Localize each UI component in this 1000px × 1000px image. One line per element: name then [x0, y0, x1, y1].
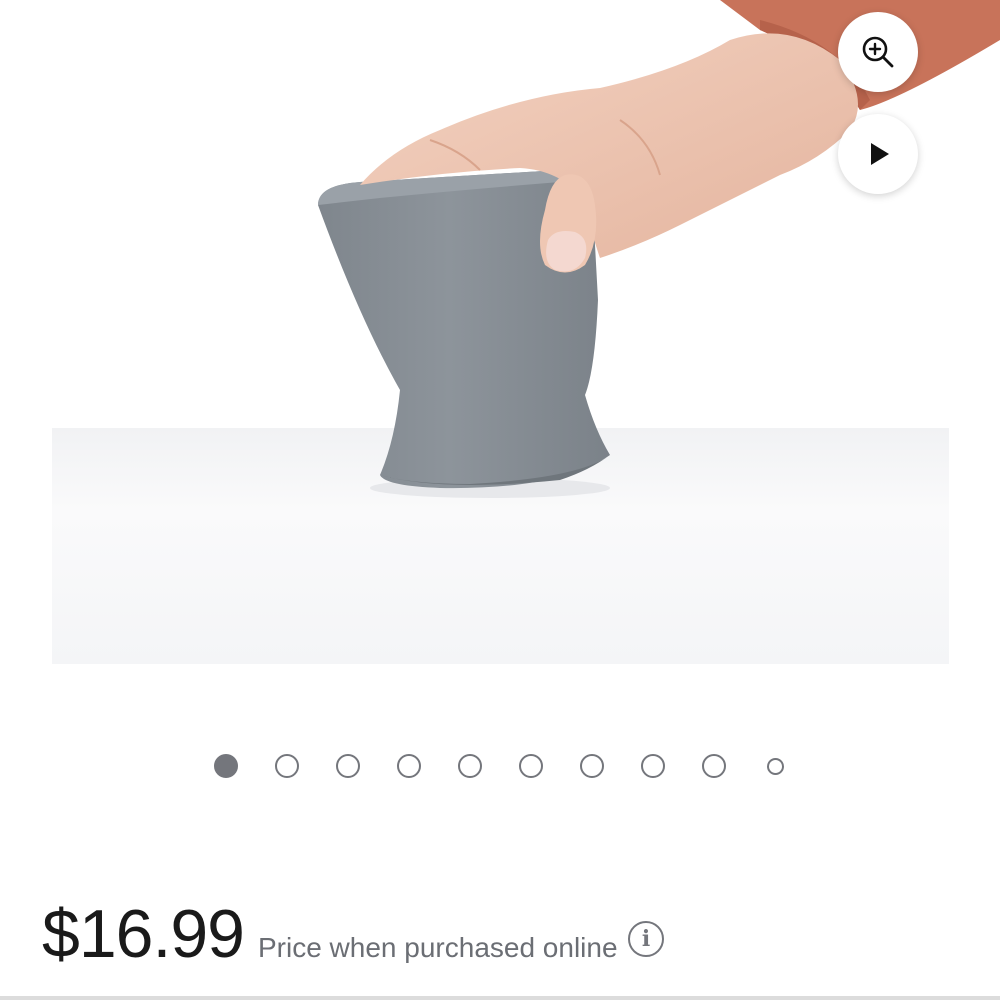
- play-video-button[interactable]: [838, 114, 918, 194]
- zoom-button[interactable]: [838, 12, 918, 92]
- carousel-dot-6[interactable]: [519, 754, 543, 778]
- image-carousel-dots: [0, 748, 1000, 784]
- carousel-dot-10[interactable]: [767, 758, 784, 775]
- price-amount: $16.99: [42, 896, 245, 972]
- carousel-dot-3[interactable]: [336, 754, 360, 778]
- product-detail-page: $16.99 Price when purchased online i: [0, 0, 1000, 1000]
- carousel-dot-7[interactable]: [580, 754, 604, 778]
- zoom-in-icon: [862, 36, 894, 68]
- price-note: Price when purchased online: [257, 932, 618, 963]
- info-icon-glyph: i: [641, 926, 651, 952]
- carousel-dot-9[interactable]: [702, 754, 726, 778]
- product-image[interactable]: [0, 0, 1000, 700]
- carousel-dot-2[interactable]: [275, 754, 299, 778]
- carousel-dot-5[interactable]: [458, 754, 482, 778]
- play-icon: [871, 143, 889, 165]
- carousel-dot-8[interactable]: [641, 754, 665, 778]
- divider: [0, 996, 1000, 1000]
- price-info-icon[interactable]: i: [628, 921, 664, 957]
- carousel-dot-4[interactable]: [397, 754, 421, 778]
- product-photo: [52, 0, 1000, 664]
- carousel-dot-1[interactable]: [214, 754, 238, 778]
- price-row: $16.99 Price when purchased online: [42, 895, 618, 985]
